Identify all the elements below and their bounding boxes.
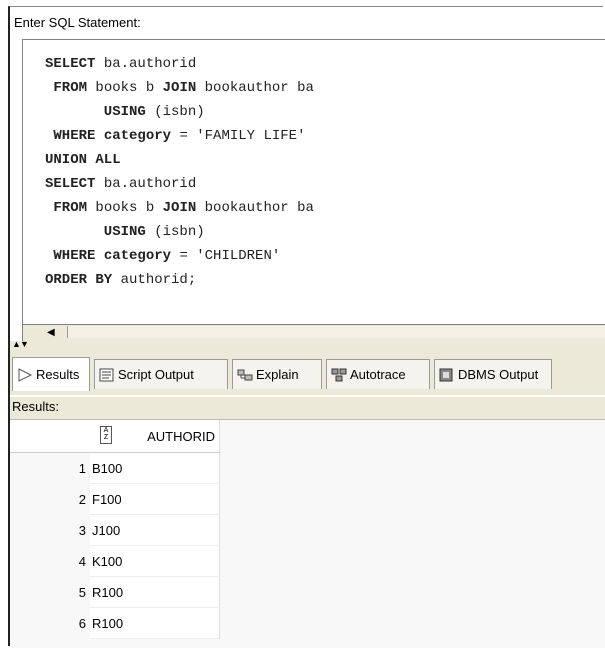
sql-keyword: UNION ALL: [45, 152, 121, 168]
sql-keyword: category: [103, 128, 172, 144]
sql-code-line[interactable]: WHERE category = 'CHILDREN': [45, 244, 314, 268]
tab-autotrace-label: Autotrace: [350, 367, 406, 382]
sql-keyword: FROM: [45, 80, 88, 96]
row-number: 1: [10, 453, 88, 484]
tab-dbms-output-label: DBMS Output: [458, 367, 539, 382]
play-arrow-icon: [17, 367, 33, 382]
sql-code-line[interactable]: ORDER BY authorid;: [45, 268, 314, 292]
tab-dbms-output[interactable]: DBMS Output: [434, 359, 552, 389]
editor-horizontal-scrollbar[interactable]: ◀: [22, 324, 605, 342]
row-number: 3: [10, 515, 88, 546]
sql-text: books b: [87, 80, 163, 96]
tab-results[interactable]: Results: [12, 357, 90, 391]
scrollbar-track[interactable]: [67, 326, 605, 338]
column-header-authorid[interactable]: AUTHORID: [90, 420, 220, 452]
authorid-cell[interactable]: R100: [90, 577, 220, 608]
sql-text: ba.authorid: [95, 56, 197, 72]
sql-code-line[interactable]: FROM books b JOIN bookauthor ba: [45, 196, 314, 220]
row-number: 6: [10, 608, 88, 639]
script-output-icon: [99, 368, 115, 382]
sql-text: = 'CHILDREN': [171, 248, 281, 264]
authorid-cell[interactable]: R100: [90, 608, 220, 639]
table-row[interactable]: 2 F100: [10, 484, 220, 515]
sql-code-line[interactable]: USING (isbn): [45, 100, 314, 124]
table-row[interactable]: 3 J100: [10, 515, 220, 546]
table-row[interactable]: 4 K100: [10, 546, 220, 577]
table-row[interactable]: 5 R100: [10, 577, 220, 608]
pane-splitter[interactable]: ▲ ▼: [10, 339, 605, 356]
sql-text: bookauthor ba: [196, 200, 314, 216]
results-label: Results:: [10, 397, 605, 419]
authorid-cell[interactable]: J100: [90, 515, 220, 546]
authorid-cell[interactable]: B100: [90, 453, 220, 484]
sql-keyword: USING: [45, 224, 146, 240]
authorid-cell[interactable]: K100: [90, 546, 220, 577]
output-tabs: Results Script Output Explain Autotrace …: [10, 355, 605, 395]
tab-results-label: Results: [36, 367, 80, 382]
sql-code-line[interactable]: SELECT ba.authorid: [45, 172, 314, 196]
autotrace-icon: [331, 368, 347, 382]
sql-keyword: WHERE: [45, 248, 96, 264]
dbms-output-icon: [439, 368, 455, 382]
tab-explain-label: Explain: [256, 367, 299, 382]
sql-editor[interactable]: SELECT ba.authorid FROM books b JOIN boo…: [22, 39, 605, 326]
authorid-cell[interactable]: F100: [90, 484, 220, 515]
sql-keyword: SELECT: [45, 176, 96, 192]
sql-code-line[interactable]: SELECT ba.authorid: [45, 52, 314, 76]
sql-text: = 'FAMILY LIFE': [171, 128, 306, 144]
splitter-down-icon[interactable]: ▼: [20, 339, 29, 349]
sql-keyword: ORDER BY: [45, 272, 113, 288]
sql-code[interactable]: SELECT ba.authorid FROM books b JOIN boo…: [45, 52, 314, 292]
tab-script-output-label: Script Output: [118, 367, 194, 382]
sql-keyword: JOIN: [162, 200, 197, 216]
row-number: 4: [10, 546, 88, 577]
table-row[interactable]: 1 B100: [10, 453, 220, 484]
sql-keyword: WHERE: [45, 128, 96, 144]
sql-text: ba.authorid: [95, 176, 197, 192]
sql-text: books b: [87, 200, 163, 216]
sql-statement-label: Enter SQL Statement:: [14, 15, 141, 30]
sql-code-line[interactable]: FROM books b JOIN bookauthor ba: [45, 76, 314, 100]
row-number-header: [10, 420, 88, 452]
sql-text: authorid;: [112, 272, 197, 288]
sql-keyword: SELECT: [45, 56, 96, 72]
sql-text: (isbn): [145, 224, 205, 240]
grid-header: AZ AUTHORID: [10, 420, 220, 453]
sql-code-line[interactable]: WHERE category = 'FAMILY LIFE': [45, 124, 314, 148]
tab-script-output[interactable]: Script Output: [94, 359, 228, 389]
sql-worksheet-panel: Enter SQL Statement: SELECT ba.authorid …: [8, 6, 605, 648]
sql-keyword: USING: [45, 104, 146, 120]
row-number: 5: [10, 577, 88, 608]
results-grid: AZ AUTHORID 1 B100 2 F100 3 J100 4 K100 5 R100 6 R1…: [10, 419, 605, 648]
sql-text: (isbn): [145, 104, 205, 120]
sql-text: bookauthor ba: [196, 80, 314, 96]
sql-code-line[interactable]: UNION ALL: [45, 148, 314, 172]
column-header-label: AUTHORID: [147, 428, 215, 444]
scroll-left-icon[interactable]: ◀: [47, 327, 55, 338]
tab-autotrace[interactable]: Autotrace: [326, 359, 430, 389]
sql-keyword: category: [103, 248, 172, 264]
sql-keyword: JOIN: [162, 80, 197, 96]
tab-explain[interactable]: Explain: [232, 359, 322, 389]
explain-plan-icon: [237, 368, 253, 382]
sql-code-line[interactable]: USING (isbn): [45, 220, 314, 244]
row-number: 2: [10, 484, 88, 515]
table-row[interactable]: 6 R100: [10, 608, 220, 639]
sql-keyword: FROM: [45, 200, 88, 216]
